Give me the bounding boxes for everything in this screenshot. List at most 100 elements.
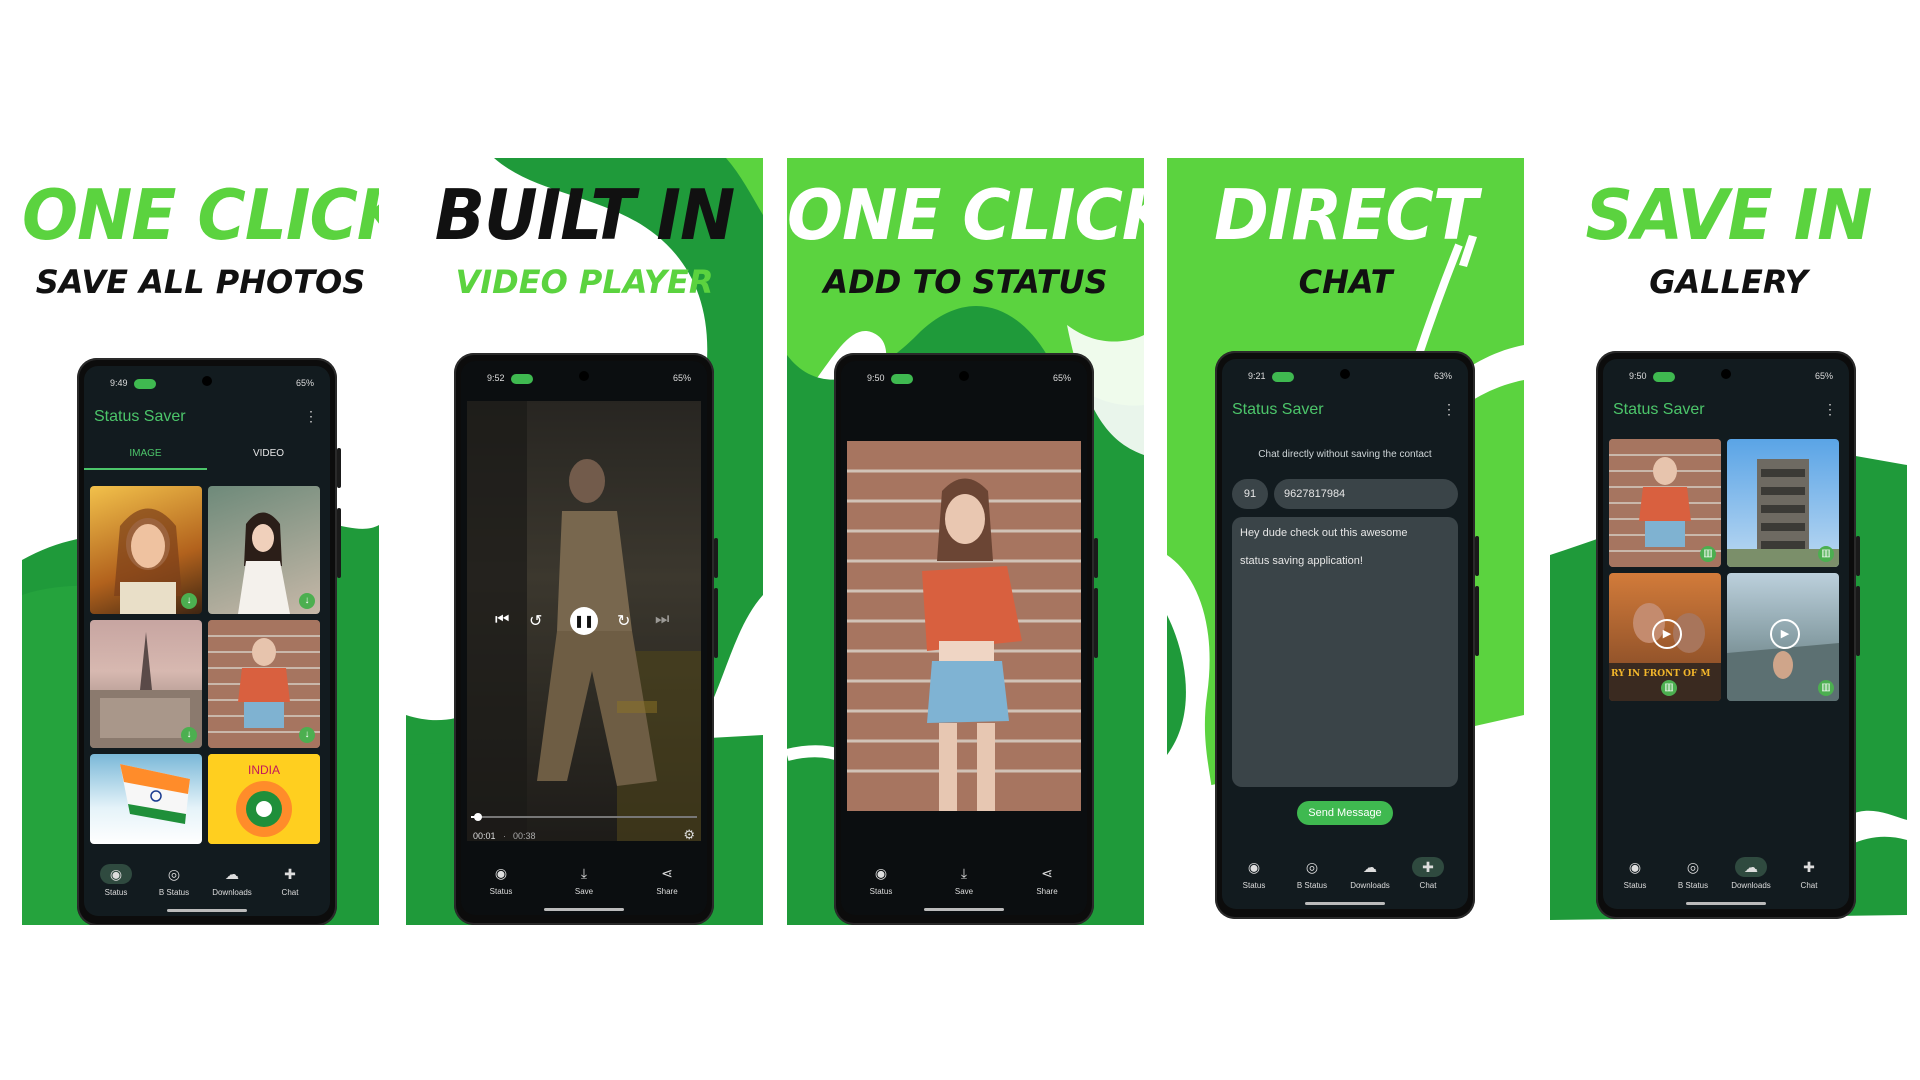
play-icon[interactable]: ▶	[1770, 619, 1800, 649]
nav-status[interactable]: ◉ Status	[1224, 857, 1284, 890]
bottom-actions: ◉ Status ⤓ Save ⋖ Share	[841, 863, 1087, 903]
download-icon[interactable]: ↓	[181, 593, 197, 609]
status-thumbnail[interactable]: ↓	[90, 620, 202, 748]
saved-video-thumbnail[interactable]: ▶ RY IN FRONT OF M ▥	[1609, 573, 1721, 701]
status-thumbnail[interactable]: ↓	[208, 620, 320, 748]
nav-business-status[interactable]: ◎ B Status	[144, 864, 204, 897]
status-image-preview	[847, 441, 1081, 811]
overflow-menu-icon[interactable]: ⋮	[304, 408, 318, 425]
action-status[interactable]: ◉ Status	[851, 863, 911, 896]
nav-downloads[interactable]: ☁ Downloads	[1340, 857, 1400, 890]
panel-headline: ONE CLICK	[787, 175, 1144, 256]
download-icon[interactable]: ↓	[181, 727, 197, 743]
action-share[interactable]: ⋖ Share	[1017, 863, 1077, 896]
camera-cutout	[579, 371, 589, 381]
previous-icon[interactable]: ⏮	[495, 611, 509, 629]
panel-subline: SAVE ALL PHOTOS	[35, 263, 366, 301]
panel-subline: VIDEO PLAYER	[455, 263, 714, 301]
cloud-download-icon: ☁	[1735, 857, 1767, 877]
settings-icon[interactable]: ⚙	[683, 827, 695, 843]
panel-subline: GALLERY	[1649, 263, 1808, 301]
panel-headline: DIRECT	[1214, 175, 1478, 256]
nav-downloads[interactable]: ☁ Downloads	[1721, 857, 1781, 890]
time-separator: ·	[503, 831, 506, 841]
action-save[interactable]: ⤓ Save	[934, 863, 994, 896]
action-save[interactable]: ⤓ Save	[554, 863, 614, 896]
svg-text:INDIA: INDIA	[248, 763, 280, 777]
whatsapp-status-icon: ◉	[874, 865, 888, 881]
phone-mockup: 9:52 65% ⏮ ↺ ❚❚ ↻ ⏭ 00:01 · 00:38 ⚙ ◉ St…	[454, 353, 718, 925]
tab-image[interactable]: IMAGE	[84, 448, 207, 470]
replay-icon[interactable]: ↺	[529, 611, 542, 631]
trash-icon[interactable]: ▥	[1700, 546, 1716, 562]
message-line: Hey dude check out this awesome	[1240, 527, 1408, 539]
overflow-menu-icon[interactable]: ⋮	[1442, 401, 1456, 418]
camera-cutout	[1340, 369, 1350, 379]
whatsapp-status-icon: ◉	[494, 865, 508, 881]
nav-business-status[interactable]: ◎ B Status	[1663, 857, 1723, 890]
trash-icon[interactable]: ▥	[1818, 680, 1834, 696]
camera-cutout	[1721, 369, 1731, 379]
chat-hint: Chat directly without saving the contact	[1258, 449, 1432, 460]
bottom-navigation: ◉ Status ◎ B Status ☁ Downloads ✚ Chat	[1222, 857, 1468, 897]
bottom-actions: ◉ Status ⤓ Save ⋖ Share	[461, 863, 707, 903]
panel-headline: ONE CLICK	[22, 175, 379, 256]
nav-chat[interactable]: ✚ Chat	[1779, 857, 1839, 890]
phone-mockup: 9:21 63% Status Saver ⋮ Chat directly wi…	[1215, 351, 1479, 919]
send-message-button[interactable]: Send Message	[1297, 801, 1393, 825]
trash-icon[interactable]: ▥	[1661, 680, 1677, 696]
saved-thumbnail[interactable]: ▥	[1727, 439, 1839, 567]
promo-panel-video-player: BUILT IN VIDEO PLAYER 9:52 65% ⏮ ↺ ❚❚ ↻ …	[406, 155, 763, 925]
play-icon[interactable]: ▶	[1652, 619, 1682, 649]
seek-bar[interactable]	[471, 813, 697, 821]
tab-video[interactable]: VIDEO	[207, 448, 330, 459]
nav-status[interactable]: ◉ Status	[1605, 857, 1665, 890]
download-icon: ⤓	[580, 865, 588, 881]
nav-status[interactable]: ◉ Status	[86, 864, 146, 897]
panel-subline: ADD TO STATUS	[823, 263, 1108, 301]
whatsapp-status-icon: ◉	[100, 864, 132, 884]
nav-chat[interactable]: ✚ Chat	[260, 864, 320, 897]
download-icon[interactable]: ↓	[299, 727, 315, 743]
saved-thumbnail[interactable]: ▥	[1609, 439, 1721, 567]
action-status[interactable]: ◉ Status	[471, 863, 531, 896]
status-thumbnail[interactable]: INDIA	[208, 754, 320, 844]
overflow-menu-icon[interactable]: ⋮	[1823, 401, 1837, 418]
forward-icon[interactable]: ↻	[617, 611, 630, 631]
nav-downloads[interactable]: ☁ Downloads	[202, 864, 262, 897]
share-icon: ⋖	[661, 865, 673, 881]
nav-business-status[interactable]: ◎ B Status	[1282, 857, 1342, 890]
business-status-icon: ◎	[1686, 859, 1700, 875]
bottom-navigation: ◉ Status ◎ B Status ☁ Downloads ✚ Chat	[1603, 857, 1849, 897]
promo-panel-save-photos: ONE CLICK SAVE ALL PHOTOS 9:49 65% Statu…	[22, 155, 379, 925]
home-indicator	[544, 908, 624, 911]
promo-panel-direct-chat: DIRECT CHAT 9:21 63% Status Saver ⋮ Chat…	[1167, 155, 1524, 925]
whatsapp-status-icon: ◉	[1628, 859, 1642, 875]
seek-thumb[interactable]	[473, 813, 482, 821]
next-icon[interactable]: ⏭	[655, 611, 669, 629]
status-thumbnail[interactable]: ↓	[208, 486, 320, 614]
chat-icon: ✚	[1412, 857, 1444, 877]
message-field[interactable]: Hey dude check out this awesome status s…	[1232, 517, 1458, 787]
share-icon: ⋖	[1041, 865, 1053, 881]
camera-cutout	[959, 371, 969, 381]
nav-chat[interactable]: ✚ Chat	[1398, 857, 1458, 890]
pause-icon[interactable]: ❚❚	[570, 607, 598, 635]
action-share[interactable]: ⋖ Share	[637, 863, 697, 896]
bottom-navigation: ◉ Status ◎ B Status ☁ Downloads ✚ Chat	[84, 864, 330, 904]
status-thumbnail[interactable]: ↓	[90, 486, 202, 614]
app-title: Status Saver	[1613, 401, 1705, 418]
country-code-field[interactable]: 91	[1232, 479, 1268, 509]
phone-mockup: 9:50 65% Status Saver ⋮ ▥ ▥ ▶ RY IN FRON…	[1596, 351, 1860, 919]
home-indicator	[167, 909, 247, 912]
phone-number-field[interactable]: 9627817984	[1274, 479, 1458, 509]
phone-mockup: 9:50 65% ◉ Status ⤓ Save ⋖ Share	[834, 353, 1098, 925]
download-icon[interactable]: ↓	[299, 593, 315, 609]
media-tabs: IMAGE VIDEO	[84, 448, 330, 472]
saved-video-thumbnail[interactable]: ▶ ▥	[1727, 573, 1839, 701]
phone-screen: 9:49 65% Status Saver ⋮ IMAGE VIDEO ↓ ↓ …	[84, 366, 330, 916]
business-status-icon: ◎	[167, 866, 181, 882]
video-caption: RY IN FRONT OF M	[1611, 669, 1711, 679]
status-thumbnail[interactable]	[90, 754, 202, 844]
trash-icon[interactable]: ▥	[1818, 546, 1834, 562]
